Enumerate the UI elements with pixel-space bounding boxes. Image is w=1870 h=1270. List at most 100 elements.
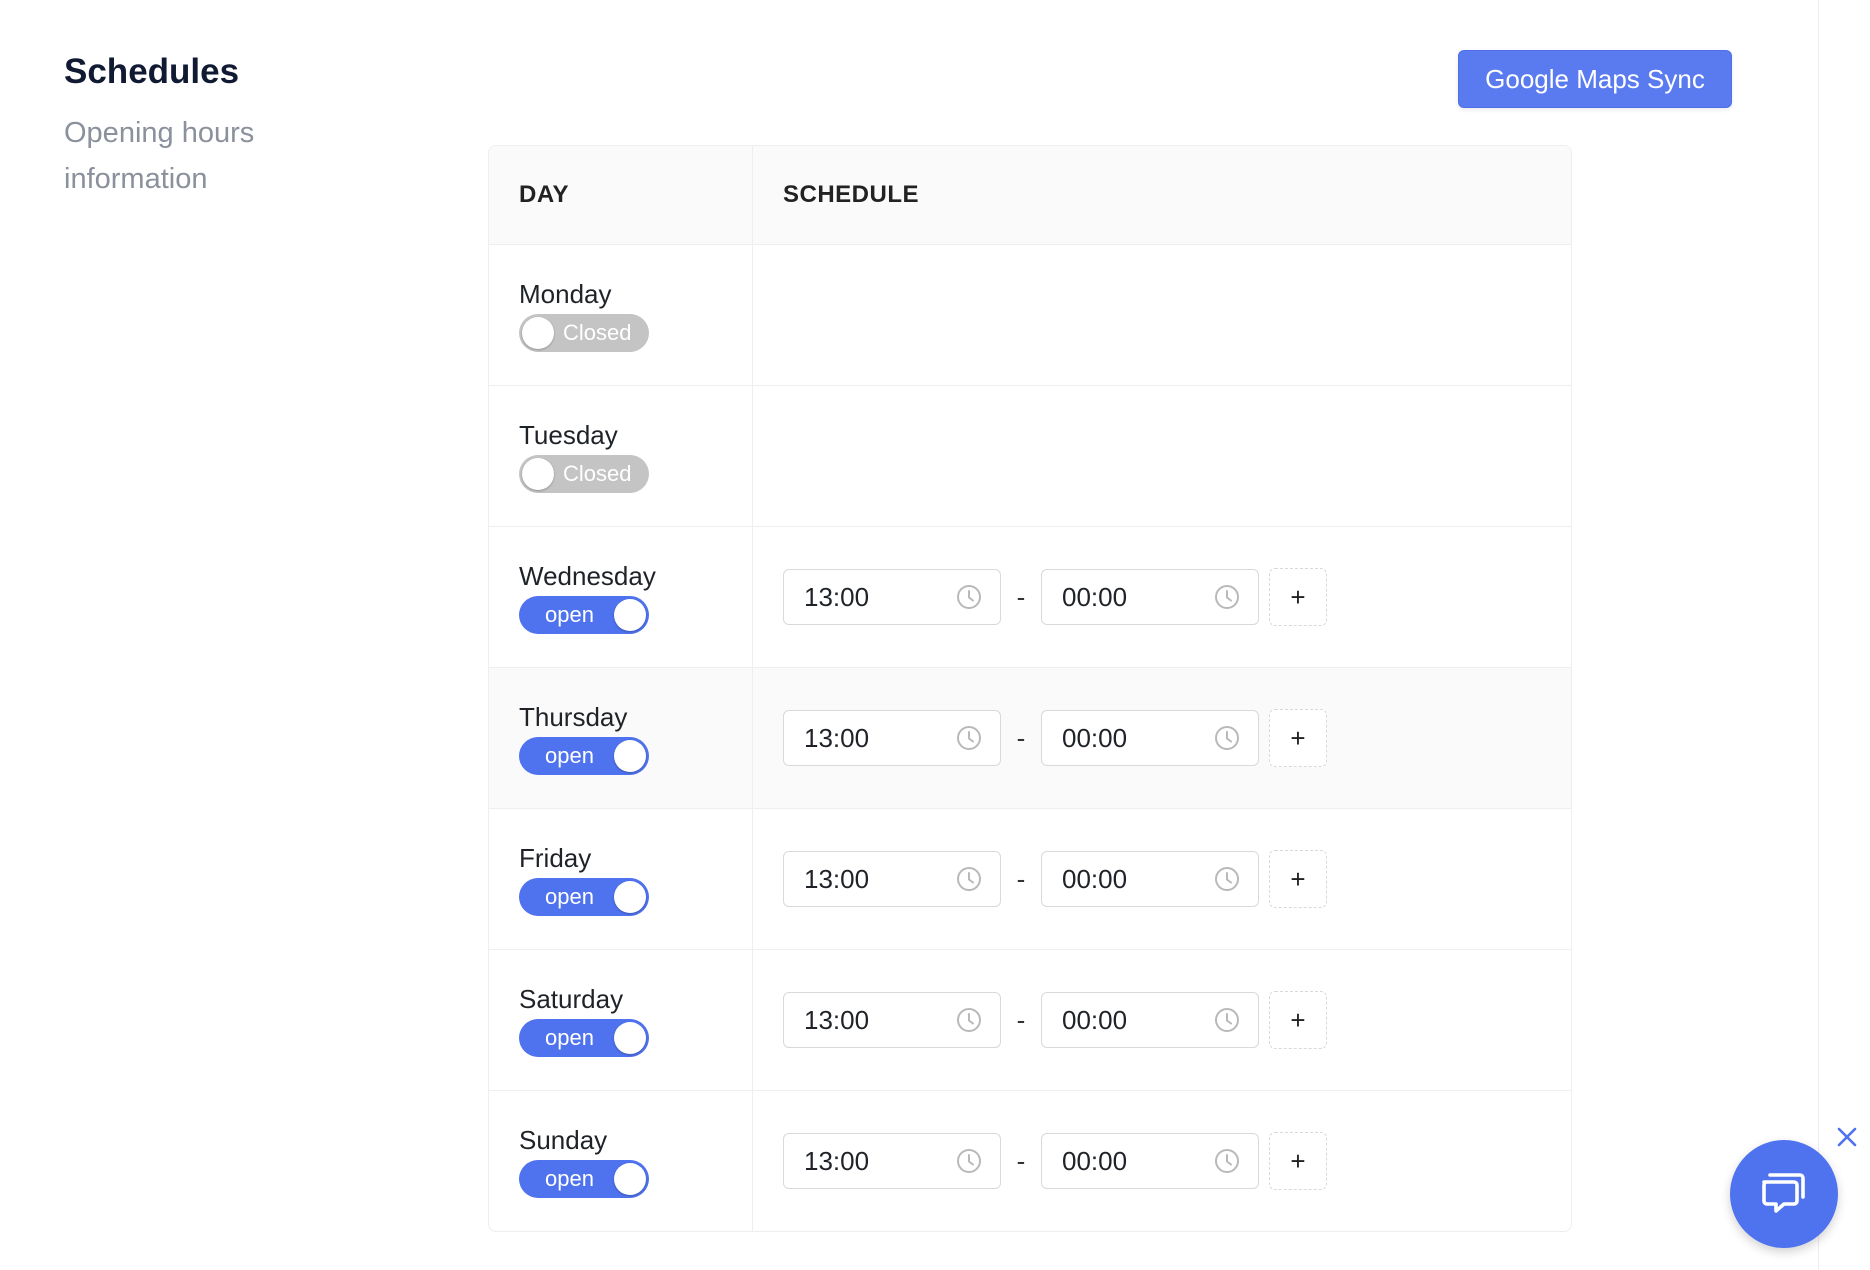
clock-icon bbox=[956, 1148, 982, 1174]
open-toggle[interactable]: open bbox=[519, 1159, 649, 1198]
open-toggle[interactable]: Closed bbox=[519, 454, 649, 493]
schedule-cell: 13:00 - 00:00 + bbox=[753, 668, 1571, 808]
table-row: Thursday open 13:00 - 00:00 + bbox=[489, 668, 1571, 809]
day-cell: Thursday open bbox=[489, 668, 753, 808]
toggle-label: Closed bbox=[563, 460, 632, 486]
clock-icon bbox=[956, 584, 982, 610]
open-time-input[interactable]: 13:00 bbox=[783, 569, 1001, 625]
add-time-slot-button[interactable]: + bbox=[1269, 568, 1327, 626]
open-time-value: 13:00 bbox=[804, 1145, 870, 1176]
toggle-knob bbox=[614, 1162, 646, 1195]
open-time-input[interactable]: 13:00 bbox=[783, 1133, 1001, 1189]
open-time-input[interactable]: 13:00 bbox=[783, 851, 1001, 907]
time-range-separator: - bbox=[1016, 722, 1026, 753]
time-range-separator: - bbox=[1016, 1145, 1026, 1176]
table-header: DAY SCHEDULE bbox=[489, 146, 1571, 245]
clock-icon bbox=[956, 866, 982, 892]
schedule-cell: 13:00 - 00:00 + bbox=[753, 527, 1571, 667]
clock-icon bbox=[956, 725, 982, 751]
clock-icon bbox=[1214, 1148, 1240, 1174]
add-time-slot-button[interactable]: + bbox=[1269, 1132, 1327, 1190]
day-cell: Sunday open bbox=[489, 1091, 753, 1231]
time-range-separator: - bbox=[1016, 581, 1026, 612]
open-toggle[interactable]: open bbox=[519, 595, 649, 634]
close-time-value: 00:00 bbox=[1062, 863, 1128, 894]
toggle-knob bbox=[614, 1021, 646, 1054]
table-row: Tuesday Closed bbox=[489, 386, 1571, 527]
close-time-input[interactable]: 00:00 bbox=[1041, 851, 1259, 907]
right-divider bbox=[1818, 0, 1819, 1270]
close-time-value: 00:00 bbox=[1062, 1004, 1128, 1035]
section-title: Schedules bbox=[64, 52, 240, 91]
close-time-input[interactable]: 00:00 bbox=[1041, 992, 1259, 1048]
clock-icon bbox=[1214, 584, 1240, 610]
open-time-input[interactable]: 13:00 bbox=[783, 710, 1001, 766]
schedule-cell: 13:00 - 00:00 + bbox=[753, 950, 1571, 1090]
toggle-knob bbox=[522, 457, 554, 490]
time-range-separator: - bbox=[1016, 863, 1026, 894]
schedule-cell: 13:00 - 00:00 + bbox=[753, 1091, 1571, 1231]
add-time-slot-button[interactable]: + bbox=[1269, 850, 1327, 908]
day-name: Sunday bbox=[519, 1124, 608, 1155]
schedule-cell: 13:00 - 00:00 + bbox=[753, 809, 1571, 949]
page: Schedules Opening hours information Goog… bbox=[0, 0, 1870, 1270]
chat-icon bbox=[1758, 1167, 1810, 1222]
day-cell: Monday Closed bbox=[489, 245, 753, 385]
day-cell: Saturday open bbox=[489, 950, 753, 1090]
close-time-input[interactable]: 00:00 bbox=[1041, 569, 1259, 625]
open-toggle[interactable]: Closed bbox=[519, 313, 649, 352]
open-toggle[interactable]: open bbox=[519, 1018, 649, 1057]
day-name: Monday bbox=[519, 278, 612, 309]
clock-icon bbox=[1214, 725, 1240, 751]
column-header-schedule: SCHEDULE bbox=[783, 181, 920, 208]
schedule-cell bbox=[753, 245, 1571, 385]
table-row: Sunday open 13:00 - 00:00 + bbox=[489, 1091, 1571, 1231]
toggle-label: open bbox=[545, 1024, 594, 1050]
toggle-knob bbox=[614, 598, 646, 631]
day-name: Saturday bbox=[519, 983, 624, 1014]
day-name: Tuesday bbox=[519, 419, 618, 450]
section-description: Opening hours information bbox=[64, 117, 255, 195]
table-row: Monday Closed bbox=[489, 245, 1571, 386]
table-row: Wednesday open 13:00 - 00:00 + bbox=[489, 527, 1571, 668]
table-row: Saturday open 13:00 - 00:00 + bbox=[489, 950, 1571, 1091]
open-time-input[interactable]: 13:00 bbox=[783, 992, 1001, 1048]
toggle-label: Closed bbox=[563, 319, 632, 345]
open-time-value: 13:00 bbox=[804, 863, 870, 894]
clock-icon bbox=[1214, 866, 1240, 892]
close-time-input[interactable]: 00:00 bbox=[1041, 710, 1259, 766]
day-cell: Tuesday Closed bbox=[489, 386, 753, 526]
toggle-label: open bbox=[545, 883, 594, 909]
toggle-label: open bbox=[545, 742, 594, 768]
close-icon[interactable] bbox=[1834, 1124, 1860, 1150]
column-header-day: DAY bbox=[489, 146, 753, 244]
table-body: Monday Closed Tuesday Closed Wednesday open 13… bbox=[489, 245, 1571, 1231]
close-time-value: 00:00 bbox=[1062, 581, 1128, 612]
open-time-value: 13:00 bbox=[804, 581, 870, 612]
chat-button[interactable] bbox=[1730, 1140, 1838, 1248]
open-toggle[interactable]: open bbox=[519, 736, 649, 775]
schedule-table: DAY SCHEDULE Monday Closed Tuesday Closed We… bbox=[488, 145, 1572, 1232]
toggle-label: open bbox=[545, 601, 594, 627]
add-time-slot-button[interactable]: + bbox=[1269, 991, 1327, 1049]
google-maps-sync-button[interactable]: Google Maps Sync bbox=[1458, 50, 1732, 108]
day-cell: Wednesday open bbox=[489, 527, 753, 667]
close-time-value: 00:00 bbox=[1062, 1145, 1128, 1176]
schedule-cell bbox=[753, 386, 1571, 526]
time-range-separator: - bbox=[1016, 1004, 1026, 1035]
day-name: Friday bbox=[519, 842, 592, 873]
day-name: Thursday bbox=[519, 701, 628, 732]
open-time-value: 13:00 bbox=[804, 1004, 870, 1035]
table-row: Friday open 13:00 - 00:00 + bbox=[489, 809, 1571, 950]
add-time-slot-button[interactable]: + bbox=[1269, 709, 1327, 767]
toggle-label: open bbox=[545, 1165, 594, 1191]
open-toggle[interactable]: open bbox=[519, 877, 649, 916]
close-time-value: 00:00 bbox=[1062, 722, 1128, 753]
open-time-value: 13:00 bbox=[804, 722, 870, 753]
close-time-input[interactable]: 00:00 bbox=[1041, 1133, 1259, 1189]
day-cell: Friday open bbox=[489, 809, 753, 949]
clock-icon bbox=[956, 1007, 982, 1033]
day-name: Wednesday bbox=[519, 560, 656, 591]
toggle-knob bbox=[614, 739, 646, 772]
toggle-knob bbox=[614, 880, 646, 913]
